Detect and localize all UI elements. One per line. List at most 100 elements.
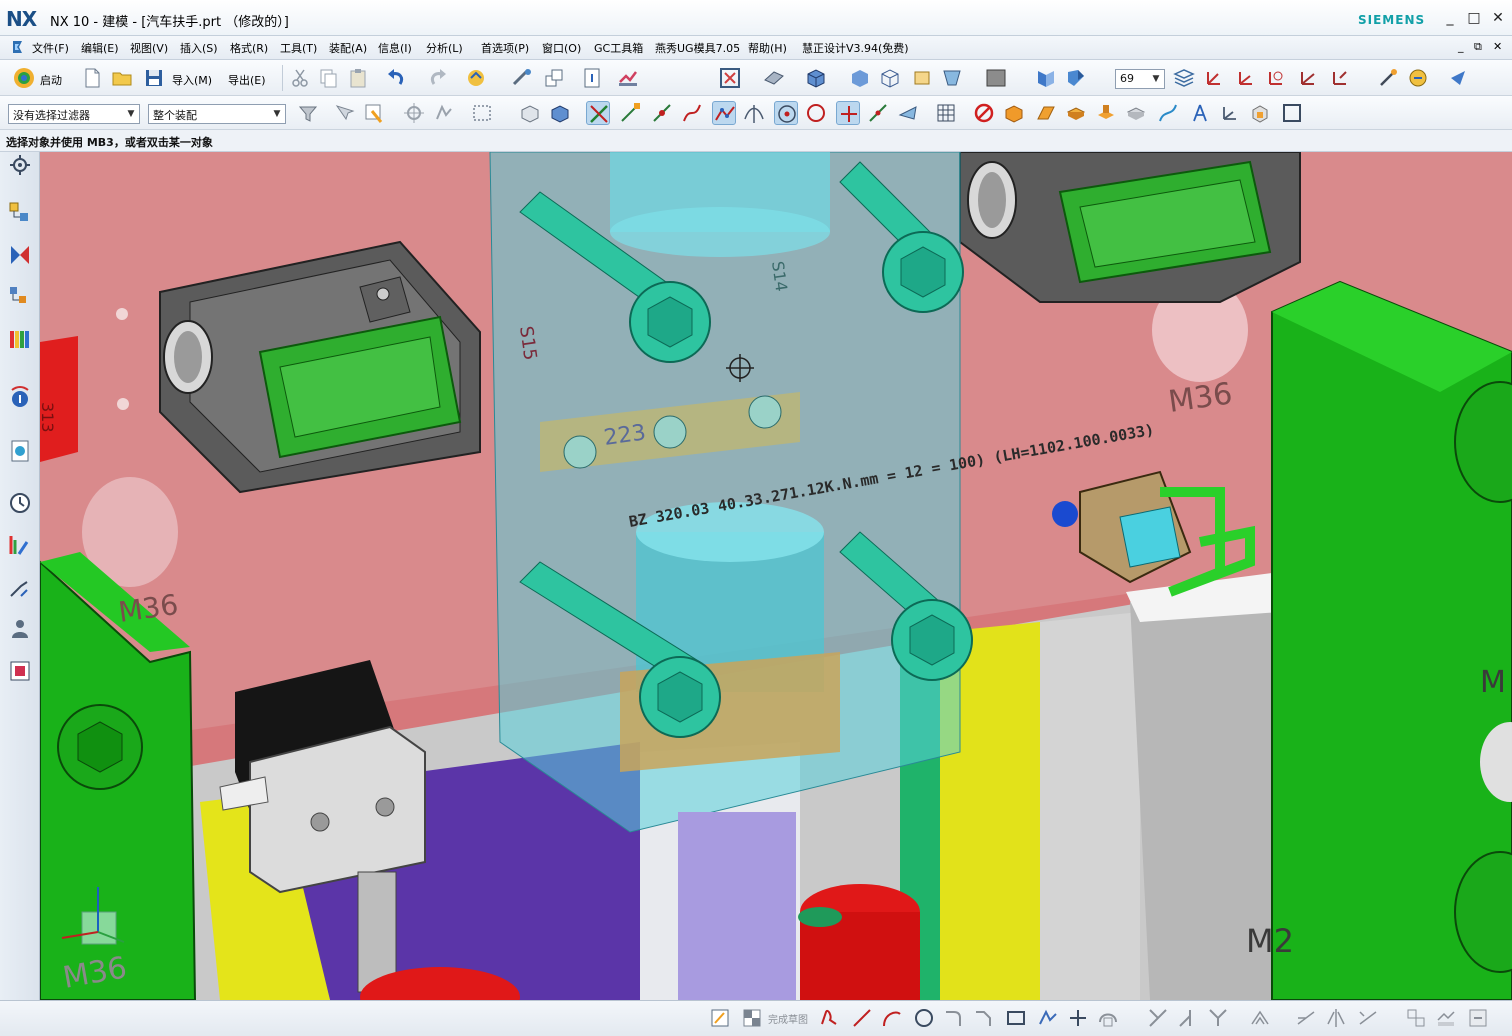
menu-information[interactable]: 信息(I) [378, 40, 412, 56]
doc-restore-button[interactable]: ⧉ [1474, 40, 1482, 54]
stacked-bodies-icon[interactable] [1094, 101, 1118, 125]
wcs-dynamic-icon[interactable] [1202, 66, 1226, 90]
selection-priority-icon[interactable] [1376, 66, 1400, 90]
doc-minimize-button[interactable]: _ [1458, 40, 1464, 53]
menu-gc-toolkit[interactable]: GC工具箱 [594, 40, 643, 56]
constraints-icon[interactable] [1404, 1006, 1428, 1030]
select-feature-icon[interactable] [362, 101, 386, 125]
copy-icon[interactable] [316, 66, 340, 90]
menu-assemblies[interactable]: 装配(A) [329, 40, 367, 56]
manufacturing-wizards-icon[interactable] [7, 576, 33, 602]
datum-csys-icon[interactable] [1218, 101, 1242, 125]
close-button[interactable]: ✕ [1488, 8, 1508, 28]
select-point-icon[interactable] [432, 101, 456, 125]
enable-snap-point-icon[interactable] [586, 101, 610, 125]
section-view-icon[interactable] [1034, 66, 1058, 90]
wireframe-icon[interactable] [878, 66, 902, 90]
mid-point-icon[interactable] [650, 101, 674, 125]
menu-preferences[interactable]: 首选项(P) [481, 40, 529, 56]
quick-extend-icon[interactable] [1176, 1006, 1200, 1030]
quick-trim-icon[interactable] [1146, 1006, 1170, 1030]
deselect-all-icon[interactable] [332, 101, 356, 125]
repeat-command-icon[interactable] [464, 66, 488, 90]
settings-icon[interactable] [7, 152, 33, 178]
open-folder-icon[interactable] [110, 66, 134, 90]
rectangle-icon[interactable] [1004, 1006, 1028, 1030]
snap-view-icon[interactable] [1446, 66, 1470, 90]
rectangle-select-icon[interactable] [470, 101, 494, 125]
menu-huizheng-design[interactable]: 慧正设计V3.94(免费) [802, 40, 909, 56]
annotation-icon[interactable] [1188, 101, 1212, 125]
arc-center-icon[interactable] [774, 101, 798, 125]
touch-mode-icon[interactable] [510, 66, 534, 90]
polygon-icon[interactable] [1036, 1006, 1060, 1030]
offset-curve-icon[interactable] [1248, 1006, 1272, 1030]
assembly-navigator-icon[interactable] [7, 200, 33, 226]
roles-icon[interactable] [7, 616, 33, 642]
paste-icon[interactable] [346, 66, 370, 90]
sketch-icon[interactable] [708, 1006, 732, 1030]
clip-section-icon[interactable] [1064, 66, 1088, 90]
show-hidden-icon[interactable] [548, 101, 572, 125]
menu-window[interactable]: 窗口(O) [542, 40, 581, 56]
background-icon[interactable] [984, 66, 1008, 90]
doc-close-button[interactable]: ✕ [1493, 40, 1502, 53]
window-switch-icon[interactable] [542, 66, 566, 90]
gray-body-icon[interactable] [1124, 101, 1148, 125]
intersection-point-icon[interactable] [742, 101, 766, 125]
import-label[interactable]: 导入(M) [172, 72, 212, 88]
graphics-window[interactable]: M36 M36 M36 M M2 223 S15 313 S14 BZ 320.… [40, 152, 1512, 1000]
finish-sketch-icon[interactable] [740, 1006, 764, 1030]
point-icon[interactable] [1066, 1006, 1090, 1030]
hd3d-tools-icon[interactable] [7, 384, 33, 410]
process-studio-icon[interactable] [7, 532, 33, 558]
menu-help[interactable]: 帮助(H) [748, 40, 787, 56]
minimize-button[interactable]: _ [1440, 8, 1460, 28]
existing-point-icon[interactable] [836, 101, 860, 125]
reuse-library-icon[interactable] [7, 326, 33, 352]
selection-scope-combo[interactable]: 整个装配 ▼ [148, 104, 286, 124]
mirror-curve-icon[interactable] [1324, 1006, 1348, 1030]
menu-format[interactable]: 格式(R) [230, 40, 268, 56]
point-on-face-icon[interactable] [866, 101, 890, 125]
undo-icon[interactable] [384, 66, 408, 90]
finish-sketch-label[interactable]: 完成草图 [768, 1011, 808, 1026]
studio-spline-icon[interactable] [1096, 1006, 1120, 1030]
snap-point-icon[interactable] [402, 101, 426, 125]
wcs-orient-icon[interactable] [1296, 66, 1320, 90]
information-icon[interactable] [580, 66, 604, 90]
measure-icon[interactable] [1406, 66, 1430, 90]
user-defined-icon[interactable] [616, 66, 640, 90]
pattern-curve-icon[interactable] [1294, 1006, 1318, 1030]
make-corner-icon[interactable] [1206, 1006, 1230, 1030]
fit-view-icon[interactable] [718, 66, 742, 90]
chamfer-icon[interactable] [972, 1006, 996, 1030]
maximize-button[interactable]: □ [1464, 8, 1484, 28]
menu-edit[interactable]: 编辑(E) [81, 40, 119, 56]
wcs-rotate-icon[interactable] [1264, 66, 1288, 90]
part-navigator-icon[interactable] [7, 284, 33, 310]
arc-icon[interactable] [880, 1006, 904, 1030]
menu-view[interactable]: 视图(V) [130, 40, 168, 56]
history-icon[interactable] [7, 490, 33, 516]
zoom-combo[interactable]: 69 ▼ [1115, 69, 1165, 89]
general-selection-filter-icon[interactable] [296, 101, 320, 125]
menu-file[interactable]: 文件(F) [32, 40, 69, 56]
export-label[interactable]: 导出(E) [228, 72, 266, 88]
app-menu-icon[interactable] [10, 39, 26, 55]
grid-icon[interactable] [934, 101, 958, 125]
start-label[interactable]: 启动 [40, 72, 62, 88]
face-icon[interactable] [1064, 101, 1088, 125]
web-browser-icon[interactable] [7, 438, 33, 464]
show-constraints-icon[interactable] [1466, 1006, 1490, 1030]
end-point-icon[interactable] [618, 101, 642, 125]
redo-icon[interactable] [426, 66, 450, 90]
highlight-hidden-edges-icon[interactable] [518, 101, 542, 125]
menu-yanxiu-mold[interactable]: 燕秀UG模具7.05 [655, 40, 740, 56]
save-icon[interactable] [142, 66, 166, 90]
menu-insert[interactable]: 插入(S) [180, 40, 218, 56]
frame-icon[interactable] [1280, 101, 1304, 125]
stop-icon[interactable] [972, 101, 996, 125]
wcs-set-icon[interactable] [1328, 66, 1352, 90]
fillet-icon[interactable] [942, 1006, 966, 1030]
